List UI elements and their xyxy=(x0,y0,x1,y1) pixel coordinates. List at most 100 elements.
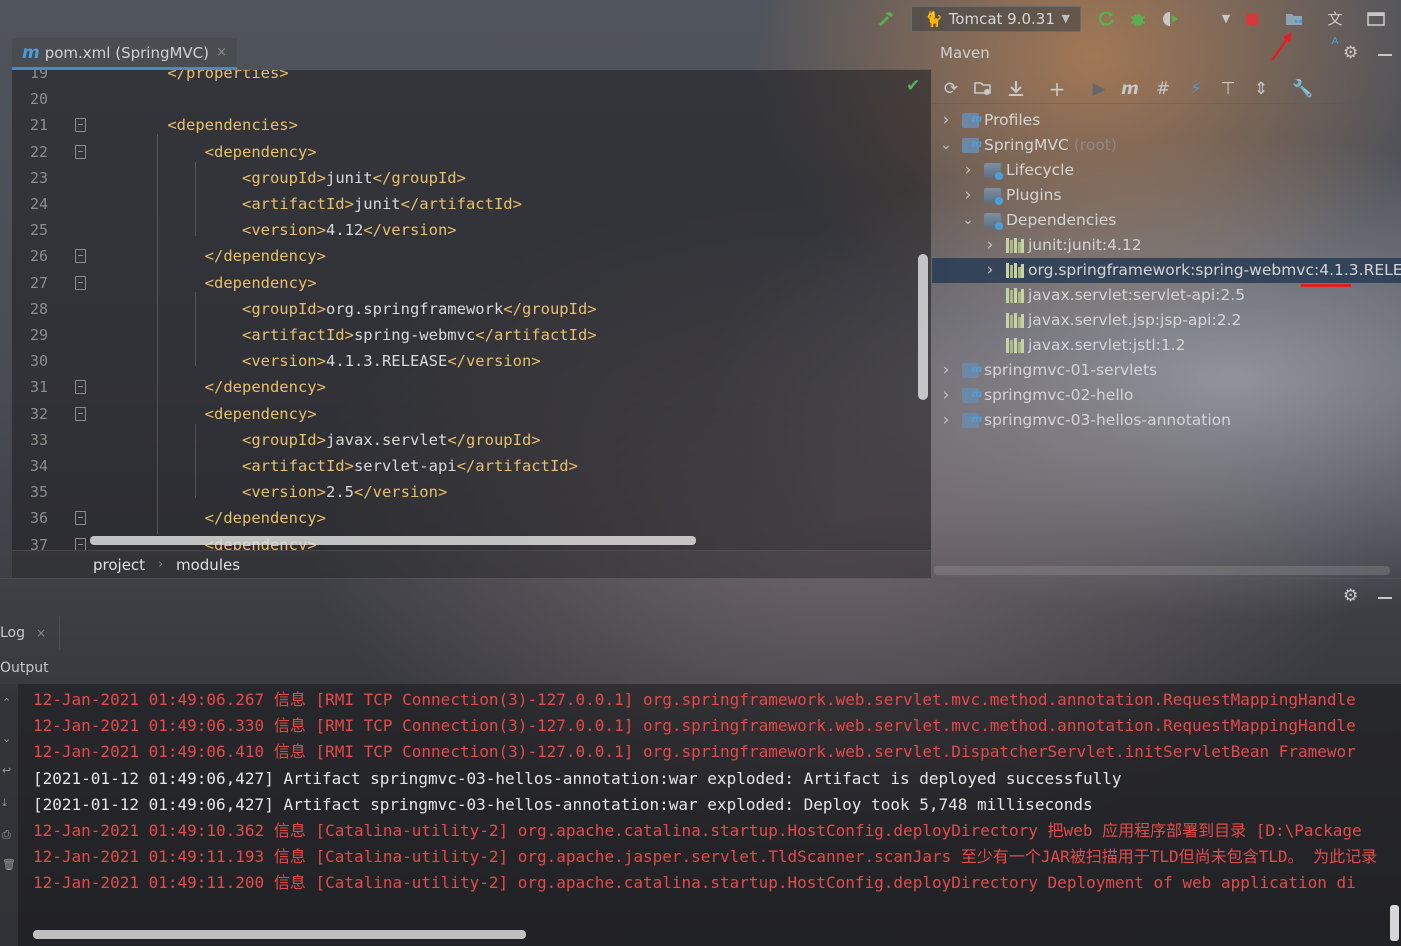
gear-icon[interactable]: ⚙ xyxy=(1343,586,1358,606)
breadcrumb-item-project[interactable]: project xyxy=(93,551,145,579)
log-line[interactable]: 12-Jan-2021 01:49:11.200 信息 [Catalina-ut… xyxy=(33,870,1356,896)
fold-marker-icon[interactable] xyxy=(75,380,86,395)
print-icon[interactable]: ⎙ xyxy=(2,828,14,842)
close-tab-icon[interactable]: × xyxy=(36,616,46,650)
close-tab-icon[interactable]: × xyxy=(216,38,227,68)
debug-icon[interactable] xyxy=(1128,9,1148,29)
code-line[interactable]: 34 <artifactId>servlet-api</artifactId> xyxy=(12,453,931,479)
code-line[interactable]: 29 <artifactId>spring-webmvc</artifactId… xyxy=(12,322,931,348)
download-icon[interactable] xyxy=(1005,78,1027,100)
code-line[interactable]: 20 xyxy=(12,86,931,112)
chevron-right-icon[interactable]: › xyxy=(962,158,974,183)
code-line[interactable]: 35 <version>2.5</version> xyxy=(12,479,931,505)
log-line[interactable]: [2021-01-12 01:49:06,427] Artifact sprin… xyxy=(33,766,1122,792)
wrench-icon[interactable]: 🔧 xyxy=(1292,78,1314,100)
inspection-ok-icon[interactable]: ✔ xyxy=(906,76,920,96)
soft-wrap-icon[interactable]: ↩ xyxy=(2,764,14,778)
editor-vertical-scrollbar[interactable] xyxy=(918,254,928,400)
chevron-right-icon[interactable]: › xyxy=(940,358,952,383)
scroll-up-icon[interactable]: ⌃ xyxy=(2,696,14,710)
log-line[interactable]: 12-Jan-2021 01:49:06.330 信息 [RMI TCP Con… xyxy=(33,713,1356,739)
code-line[interactable]: 31 </dependency> xyxy=(12,374,931,400)
translate-icon[interactable]: 文A xyxy=(1325,9,1345,47)
build-hammer-icon[interactable] xyxy=(876,9,896,29)
tree-node[interactable]: ⌄ SpringMVC (root) xyxy=(932,133,1401,158)
tree-node[interactable]: › springmvc-03-hellos-annotation xyxy=(932,408,1401,433)
dropdown-icon[interactable]: ▼ xyxy=(1216,9,1236,29)
code-line[interactable]: 33 <groupId>javax.servlet</groupId> xyxy=(12,427,931,453)
coverage-icon[interactable] xyxy=(1160,9,1180,29)
tree-node[interactable]: javax.servlet:jstl:1.2 xyxy=(932,333,1401,358)
chevron-right-icon[interactable]: › xyxy=(940,408,952,433)
collapse-all-icon[interactable]: ⇕ xyxy=(1250,78,1272,100)
console-output[interactable]: ⌃ ⌄ ↩ ⤓ ⎙ 🗑 12-Jan-2021 01:49:06.267 信息 … xyxy=(0,684,1401,946)
maven-horizontal-scrollbar[interactable] xyxy=(934,566,1390,575)
toggle-offline-icon[interactable]: # xyxy=(1152,78,1174,100)
chevron-right-icon[interactable]: › xyxy=(962,183,974,208)
fold-marker-icon[interactable] xyxy=(75,406,86,421)
run-configuration-select[interactable]: 🐈 Tomcat 9.0.31 ▼ xyxy=(911,6,1081,32)
code-line[interactable]: 25 <version>4.12</version> xyxy=(12,217,931,243)
code-line[interactable]: 26 </dependency> xyxy=(12,243,931,269)
tree-node[interactable]: › springmvc-02-hello xyxy=(932,383,1401,408)
log-line[interactable]: 12-Jan-2021 01:49:11.193 信息 [Catalina-ut… xyxy=(33,844,1377,870)
code-line[interactable]: 32 <dependency> xyxy=(12,401,931,427)
code-line[interactable]: 24 <artifactId>junit</artifactId> xyxy=(12,191,931,217)
fold-marker-icon[interactable] xyxy=(75,537,86,550)
chevron-right-icon[interactable]: › xyxy=(940,108,952,133)
tree-node[interactable]: javax.servlet.jsp:jsp-api:2.2 xyxy=(932,308,1401,333)
log-line[interactable]: 12-Jan-2021 01:49:10.362 信息 [Catalina-ut… xyxy=(33,818,1362,844)
skip-tests-icon[interactable]: ⚡ xyxy=(1185,78,1207,100)
console-vertical-scrollbar[interactable] xyxy=(1390,905,1399,941)
add-icon[interactable]: + xyxy=(1046,78,1068,100)
breadcrumb-item-modules[interactable]: modules xyxy=(176,551,240,579)
code-line[interactable]: 21 <dependencies> xyxy=(12,112,931,138)
run-maven-icon[interactable]: ▶ xyxy=(1088,78,1110,100)
code-line[interactable]: 28 <groupId>org.springframework</groupId… xyxy=(12,296,931,322)
scroll-to-end-icon[interactable]: ⤓ xyxy=(2,796,14,810)
chevron-down-icon[interactable]: ⌄ xyxy=(962,208,974,233)
fold-marker-icon[interactable] xyxy=(75,144,86,159)
tree-node[interactable]: ⌄ Dependencies xyxy=(932,208,1401,233)
scroll-down-icon[interactable]: ⌄ xyxy=(2,732,14,746)
tree-node[interactable]: › springmvc-01-servlets xyxy=(932,358,1401,383)
editor-horizontal-scrollbar[interactable] xyxy=(90,536,696,545)
code-editor[interactable]: 19 </properties> 20 21 <dependencies> 22 <d… xyxy=(12,70,931,550)
minimize-icon[interactable] xyxy=(1378,54,1392,56)
fold-marker-icon[interactable] xyxy=(75,511,86,526)
code-line[interactable]: 22 <dependency> xyxy=(12,139,931,165)
chevron-right-icon[interactable]: › xyxy=(940,383,952,408)
tree-node[interactable]: › Lifecycle xyxy=(932,158,1401,183)
generate-sources-icon[interactable] xyxy=(972,78,994,100)
console-horizontal-scrollbar[interactable] xyxy=(33,930,526,939)
tree-node[interactable]: › Profiles xyxy=(932,108,1401,133)
stop-icon[interactable] xyxy=(1242,9,1262,29)
fold-marker-icon[interactable] xyxy=(75,249,86,264)
minimize-icon[interactable] xyxy=(1378,597,1392,599)
reload-icon[interactable]: ⟳ xyxy=(940,78,962,100)
log-line[interactable]: 12-Jan-2021 01:49:06.267 信息 [RMI TCP Con… xyxy=(33,687,1356,713)
chevron-right-icon[interactable]: › xyxy=(984,233,996,258)
tab-log[interactable]: Log × xyxy=(0,616,60,650)
log-line[interactable]: [2021-01-12 01:49:06,427] Artifact sprin… xyxy=(33,792,1093,818)
execute-goal-icon[interactable]: m xyxy=(1119,78,1141,100)
code-line[interactable]: 27 <dependency> xyxy=(12,270,931,296)
tab-pom-xml[interactable]: m pom.xml (SpringMVC) × xyxy=(12,38,237,70)
code-line[interactable]: 19 </properties> xyxy=(12,70,931,86)
log-line[interactable]: 12-Jan-2021 01:49:06.410 信息 [RMI TCP Con… xyxy=(33,739,1356,765)
rerun-icon[interactable] xyxy=(1096,9,1116,29)
project-structure-icon[interactable] xyxy=(1284,9,1304,29)
gear-icon[interactable]: ⚙ xyxy=(1343,43,1358,63)
chevron-right-icon[interactable]: › xyxy=(984,258,996,283)
tree-node[interactable]: › Plugins xyxy=(932,183,1401,208)
code-line[interactable]: 36 </dependency> xyxy=(12,505,931,531)
show-dependencies-icon[interactable]: ⊤ xyxy=(1217,78,1239,100)
code-line[interactable]: 30 <version>4.1.3.RELEASE</version> xyxy=(12,348,931,374)
tree-node[interactable]: › junit:junit:4.12 xyxy=(932,233,1401,258)
clear-all-icon[interactable]: 🗑 xyxy=(2,858,16,872)
fold-marker-icon[interactable] xyxy=(75,118,86,133)
window-icon[interactable] xyxy=(1366,9,1386,29)
tree-node[interactable]: › org.springframework:spring-webmvc:4.1.3… xyxy=(932,258,1401,283)
fold-marker-icon[interactable] xyxy=(75,275,86,290)
code-line[interactable]: 23 <groupId>junit</groupId> xyxy=(12,165,931,191)
